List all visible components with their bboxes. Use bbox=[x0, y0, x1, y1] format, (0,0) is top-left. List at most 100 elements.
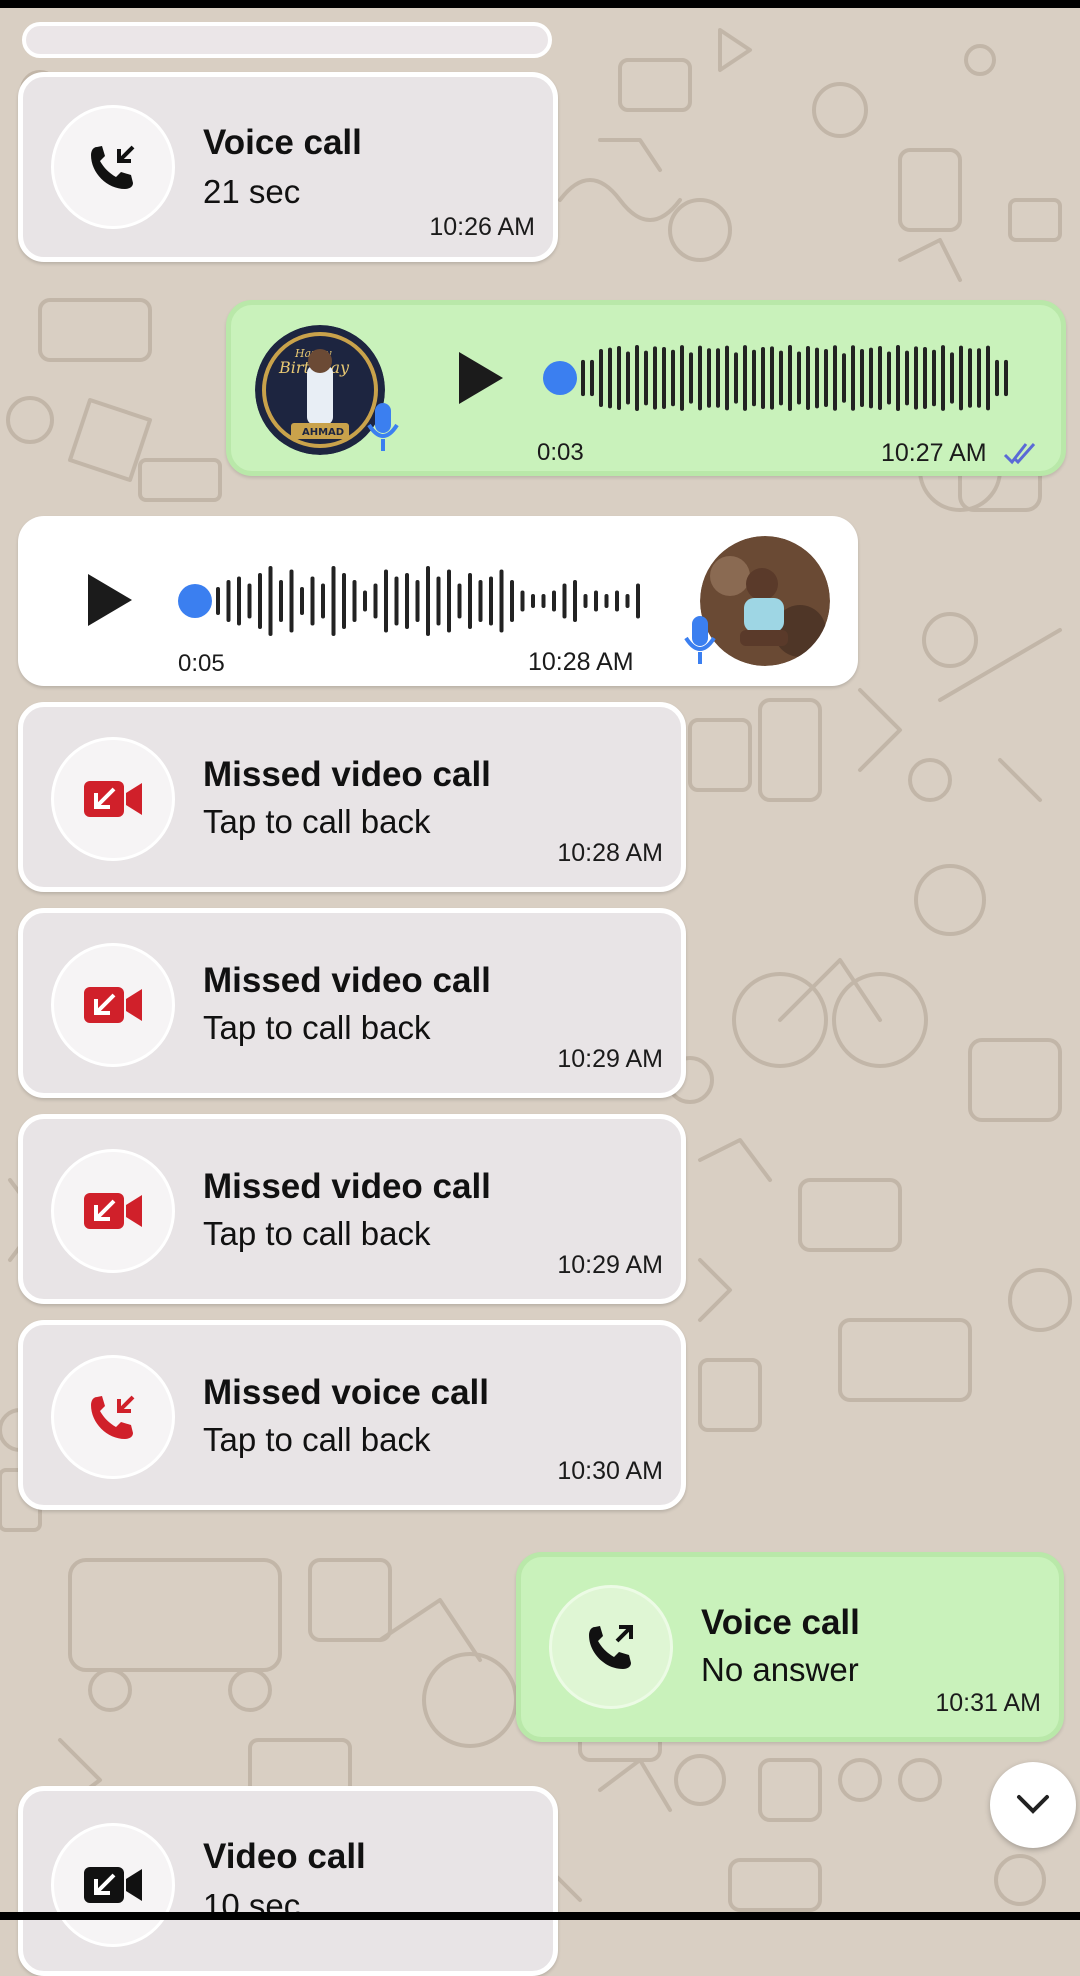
call-message-missed-video[interactable]: Missed video call Tap to call back 10:28… bbox=[18, 702, 686, 892]
voice-duration: 0:03 bbox=[537, 439, 584, 466]
waveform-bar bbox=[237, 576, 241, 626]
voice-message-outgoing[interactable]: Happy Birthday AHMAD 0:03 10:27 AM bbox=[226, 300, 1066, 476]
call-message-missed-video[interactable]: Missed video call Tap to call back 10:29… bbox=[18, 1114, 686, 1304]
waveform-bar bbox=[436, 576, 441, 626]
play-button[interactable] bbox=[459, 352, 503, 404]
message-time: 10:27 AM bbox=[881, 439, 987, 467]
waveform-bar bbox=[860, 349, 864, 407]
waveform-bar bbox=[743, 345, 747, 411]
waveform-bar bbox=[384, 569, 388, 633]
waveform-bar bbox=[635, 345, 639, 411]
waveform-bar bbox=[977, 348, 981, 408]
waveform-bar bbox=[520, 590, 525, 612]
waveform-bar bbox=[415, 580, 420, 622]
call-message-voice-outgoing[interactable]: Voice call No answer 10:31 AM bbox=[516, 1552, 1064, 1742]
call-message-missed-voice[interactable]: Missed voice call Tap to call back 10:30… bbox=[18, 1320, 686, 1510]
chevron-down-icon bbox=[1017, 1795, 1049, 1814]
playback-position[interactable] bbox=[178, 584, 212, 618]
waveform-bar bbox=[583, 594, 588, 608]
waveform-bar bbox=[887, 351, 891, 405]
missed-video-call-icon bbox=[84, 1193, 142, 1229]
waveform-bar bbox=[653, 346, 657, 410]
waveform-bar bbox=[373, 583, 378, 619]
waveform-bar bbox=[394, 576, 399, 626]
call-icon-circle bbox=[51, 943, 175, 1067]
message-time: 10:28 AM bbox=[528, 648, 634, 676]
outgoing-call-icon bbox=[589, 1625, 633, 1669]
waveform-bar bbox=[914, 346, 918, 410]
message-time: 10:29 AM bbox=[557, 1045, 663, 1073]
waveform-bar bbox=[625, 594, 630, 608]
waveform-bar bbox=[426, 566, 430, 636]
waveform-bar bbox=[226, 580, 231, 622]
waveform-bar bbox=[562, 583, 567, 619]
waveform-bar bbox=[770, 346, 774, 410]
waveform-bar bbox=[310, 576, 315, 626]
waveform-bar bbox=[615, 590, 619, 612]
waveform-bar bbox=[734, 352, 738, 404]
waveform-bar bbox=[258, 573, 262, 629]
waveform-bar bbox=[698, 345, 702, 411]
incoming-call-icon bbox=[91, 145, 135, 189]
waveform-bar bbox=[905, 350, 909, 406]
playback-position[interactable] bbox=[543, 361, 577, 395]
waveform-bar bbox=[531, 594, 535, 608]
waveform-bar bbox=[552, 590, 556, 612]
waveform-bar bbox=[363, 590, 367, 612]
call-title: Voice call bbox=[203, 123, 362, 162]
waveform-bar bbox=[968, 348, 972, 408]
waveform-bar bbox=[300, 587, 304, 615]
waveform-bar bbox=[599, 348, 603, 408]
double-check-icon bbox=[1003, 443, 1036, 465]
call-icon-circle bbox=[549, 1585, 673, 1709]
waveform-bar bbox=[247, 583, 252, 619]
waveform-bar bbox=[478, 580, 483, 622]
message-time: 10:28 AM bbox=[557, 839, 663, 867]
waveform-bar bbox=[716, 348, 720, 408]
waveform-bar bbox=[788, 345, 792, 411]
waveform-bar bbox=[617, 345, 621, 411]
waveform-bar bbox=[833, 345, 837, 411]
waveform bbox=[581, 345, 1008, 411]
waveform-bar bbox=[590, 359, 594, 397]
microphone-icon bbox=[367, 403, 399, 451]
waveform-bar bbox=[878, 345, 882, 411]
waveform-bar bbox=[851, 345, 855, 411]
call-icon-circle bbox=[51, 105, 175, 229]
call-icon-circle bbox=[51, 1355, 175, 1479]
call-title: Missed video call bbox=[203, 755, 491, 794]
waveform-bar bbox=[986, 345, 990, 411]
waveform-bar bbox=[689, 352, 693, 404]
waveform-bar bbox=[644, 350, 648, 406]
call-message-missed-video[interactable]: Missed video call Tap to call back 10:29… bbox=[18, 908, 686, 1098]
waveform-bar bbox=[268, 566, 273, 636]
waveform-bar bbox=[1004, 359, 1008, 397]
call-message-video-incoming[interactable]: Video call 10 sec bbox=[18, 1786, 558, 1976]
waveform-bar bbox=[405, 573, 409, 629]
waveform-bar bbox=[331, 566, 336, 636]
missed-voice-call-icon bbox=[91, 1395, 135, 1439]
waveform-bar bbox=[489, 576, 493, 626]
waveform-bar bbox=[352, 580, 357, 622]
waveform-bar bbox=[604, 594, 609, 608]
waveform-bar bbox=[216, 587, 220, 615]
waveform-bar bbox=[279, 580, 283, 622]
voice-message-incoming[interactable]: 0:05 10:28 AM bbox=[18, 516, 858, 686]
missed-video-call-icon bbox=[84, 987, 142, 1023]
call-message-voice-incoming[interactable]: Voice call 21 sec 10:26 AM bbox=[18, 72, 558, 262]
play-button[interactable] bbox=[88, 574, 132, 626]
sender-avatar bbox=[700, 536, 830, 666]
call-subtitle: Tap to call back bbox=[203, 803, 431, 840]
waveform-bar bbox=[815, 347, 819, 409]
message-time: 10:29 AM bbox=[557, 1251, 663, 1279]
call-icon-circle bbox=[51, 1149, 175, 1273]
message-time: 10:30 AM bbox=[557, 1457, 663, 1485]
scroll-to-bottom-button[interactable] bbox=[990, 1762, 1076, 1848]
missed-video-call-icon bbox=[84, 781, 142, 817]
waveform-bar bbox=[923, 346, 927, 410]
call-icon-circle bbox=[51, 737, 175, 861]
waveform-bar bbox=[995, 359, 999, 397]
waveform-bar bbox=[725, 345, 729, 411]
call-duration: 21 sec bbox=[203, 173, 301, 210]
waveform-bar bbox=[941, 345, 945, 411]
